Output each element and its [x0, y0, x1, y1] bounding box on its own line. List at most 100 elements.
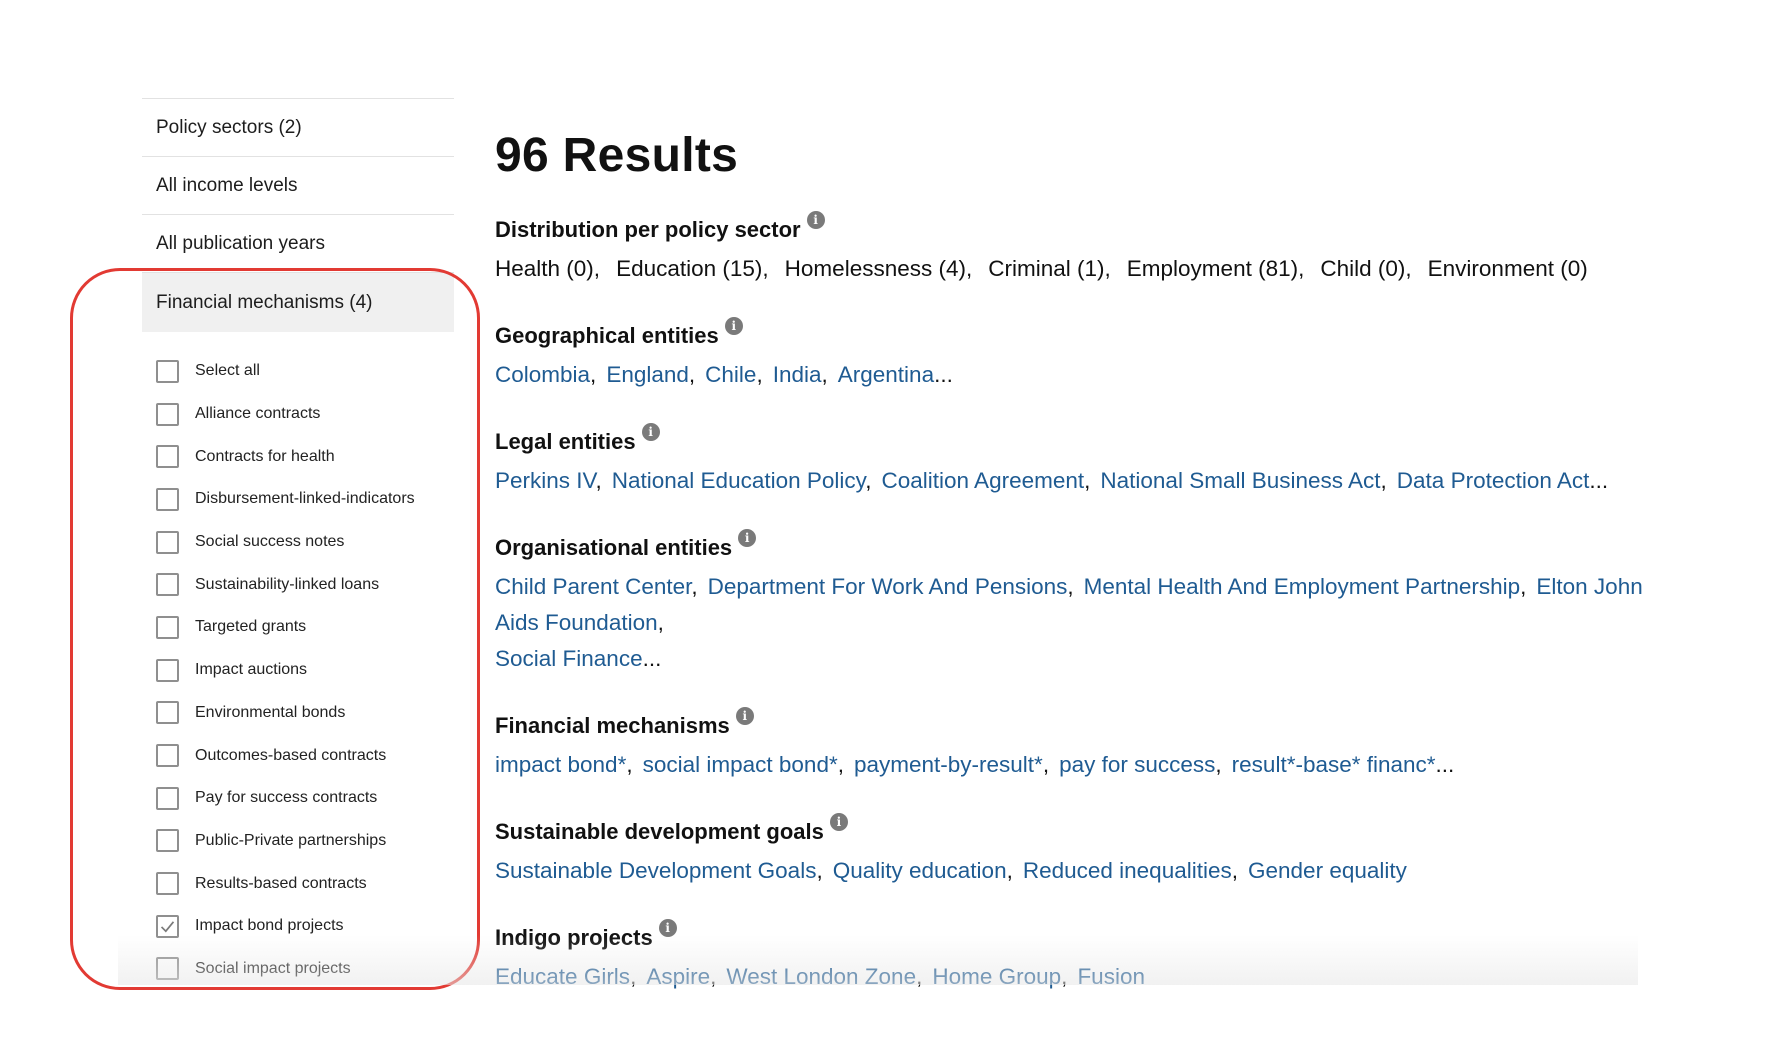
checkbox-label: Contracts for health: [195, 447, 335, 465]
entity-link[interactable]: Sustainable Development Goals: [495, 858, 816, 883]
info-icon[interactable]: i: [724, 317, 743, 335]
checkbox-option[interactable]: Social success notes: [142, 521, 454, 564]
entity-link[interactable]: Child Parent Center: [495, 574, 691, 599]
checkbox-label: Public-Private partnerships: [195, 831, 387, 849]
checkbox-label: Alliance contracts: [195, 405, 321, 423]
checkbox[interactable]: [156, 530, 179, 554]
more-ellipsis[interactable]: ...: [934, 362, 953, 387]
checkbox[interactable]: [156, 445, 179, 469]
entity-link[interactable]: pay for success: [1059, 752, 1215, 777]
checkbox-option[interactable]: Environmental bonds: [142, 692, 454, 735]
entity-link[interactable]: Aspire: [646, 964, 710, 989]
checkbox-option[interactable]: Contracts for health: [142, 435, 454, 478]
entity-link[interactable]: West London Zone: [726, 964, 916, 989]
section-legal-entities: Legal entities i Perkins IV, National Educ…: [495, 423, 1675, 499]
section-title: Financial mechanisms: [495, 713, 730, 738]
entity-link[interactable]: Fusion: [1077, 964, 1145, 989]
entity-link[interactable]: Social Finance: [495, 646, 643, 671]
checkbox-label: Disbursement-linked-indicators: [195, 490, 415, 508]
entity-link[interactable]: Chile: [705, 362, 756, 387]
sector-count: Education (15): [616, 256, 763, 281]
info-icon[interactable]: i: [829, 813, 848, 831]
section-links: Child Parent Center, Department For Work …: [495, 574, 1643, 671]
entity-link[interactable]: Mental Health And Employment Partnership: [1084, 574, 1520, 599]
entity-link[interactable]: Argentina: [838, 362, 934, 387]
entity-link[interactable]: payment-by-result*: [854, 752, 1043, 777]
entity-link[interactable]: impact bond*: [495, 752, 626, 777]
section-title: Legal entities: [495, 429, 636, 454]
checkbox[interactable]: [156, 701, 179, 725]
checkbox-label: Social impact projects: [195, 959, 351, 977]
section-financial-mechanisms: Financial mechanisms i impact bond*, socia…: [495, 707, 1675, 783]
more-ellipsis[interactable]: ...: [1436, 752, 1455, 777]
entity-link[interactable]: Reduced inequalities: [1023, 858, 1232, 883]
checkbox-option[interactable]: Impact bond projects: [142, 905, 454, 948]
section-indigo-projects: Indigo projects i Educate Girls, Aspire, We…: [495, 919, 1675, 995]
info-icon[interactable]: i: [735, 707, 754, 725]
filter-label: Financial mechanisms (4): [156, 291, 373, 313]
entity-link[interactable]: India: [773, 362, 822, 387]
info-icon[interactable]: i: [738, 529, 757, 547]
checkbox[interactable]: [156, 744, 179, 768]
more-ellipsis[interactable]: ...: [1589, 468, 1608, 493]
checkbox[interactable]: [156, 487, 179, 511]
checkbox-option[interactable]: Alliance contracts: [142, 393, 454, 436]
sector-count: Child (0): [1320, 256, 1406, 281]
entity-link[interactable]: Department For Work And Pensions: [708, 574, 1068, 599]
checkbox[interactable]: [156, 615, 179, 639]
entity-link[interactable]: England: [606, 362, 689, 387]
entity-link[interactable]: Coalition Agreement: [882, 468, 1085, 493]
checkbox-option[interactable]: Select all: [142, 350, 454, 393]
info-icon[interactable]: i: [806, 211, 825, 229]
entity-link[interactable]: Colombia: [495, 362, 590, 387]
sector-count: Employment (81): [1126, 256, 1299, 281]
entity-link[interactable]: Data Protection Act: [1397, 468, 1590, 493]
results-count-title: 96 Results: [495, 129, 739, 182]
entity-link[interactable]: Gender equality: [1248, 858, 1407, 883]
checkbox-option[interactable]: Outcomes-based contracts: [142, 734, 454, 777]
filter-policy-sectors[interactable]: Policy sectors (2): [142, 98, 454, 156]
entity-link[interactable]: National Small Business Act: [1100, 468, 1380, 493]
section-title: Sustainable development goals: [495, 819, 824, 844]
info-icon[interactable]: i: [641, 423, 660, 441]
entity-link[interactable]: National Education Policy: [612, 468, 865, 493]
sector-count: Criminal (1): [988, 256, 1105, 281]
checkbox-option[interactable]: Public-Private partnerships: [142, 820, 454, 863]
checkbox-option[interactable]: Sustainability-linked loans: [142, 563, 454, 606]
checkbox[interactable]: [156, 786, 179, 810]
filter-label: All income levels: [156, 174, 298, 196]
entity-link[interactable]: result*-base* financ*: [1232, 752, 1436, 777]
entity-link[interactable]: social impact bond*: [643, 752, 838, 777]
section-links: Perkins IV, National Education Policy, Coa…: [495, 468, 1609, 493]
entity-link[interactable]: Perkins IV: [495, 468, 595, 493]
info-icon[interactable]: i: [658, 919, 677, 937]
filter-publication-years[interactable]: All publication years: [142, 214, 454, 272]
checkbox-option[interactable]: Disbursement-linked-indicators: [142, 478, 454, 521]
more-ellipsis[interactable]: ...: [643, 646, 662, 671]
checkbox-label: Outcomes-based contracts: [195, 746, 387, 764]
filter-label: All publication years: [156, 232, 325, 254]
checkbox[interactable]: [156, 872, 179, 896]
checkbox-label: Select all: [195, 362, 260, 380]
section-links: impact bond*, social impact bond*, payment…: [495, 752, 1455, 777]
checkbox-option[interactable]: Results-based contracts: [142, 862, 454, 905]
checkbox-checked[interactable]: [156, 914, 179, 938]
sector-count: Health (0): [495, 256, 594, 281]
entity-link[interactable]: Home Group: [932, 964, 1061, 989]
checkbox[interactable]: [156, 957, 179, 981]
checkbox-option[interactable]: Social impact projects: [142, 948, 454, 991]
filter-financial-mechanisms[interactable]: Financial mechanisms (4): [142, 272, 454, 332]
filter-income-levels[interactable]: All income levels: [142, 156, 454, 214]
entity-link[interactable]: Educate Girls: [495, 964, 630, 989]
checkbox-option[interactable]: Impact auctions: [142, 649, 454, 692]
section-geographical-entities: Geographical entities i Colombia, England,…: [495, 317, 1675, 393]
checkbox[interactable]: [156, 359, 179, 383]
entity-link[interactable]: Quality education: [833, 858, 1007, 883]
checkbox-option[interactable]: Pay for success contracts: [142, 777, 454, 820]
checkbox[interactable]: [156, 829, 179, 853]
checkbox[interactable]: [156, 402, 179, 426]
checkbox[interactable]: [156, 658, 179, 682]
checkbox[interactable]: [156, 573, 179, 597]
checkbox-option[interactable]: Targeted grants: [142, 606, 454, 649]
checkbox-label: Impact bond projects: [195, 917, 344, 935]
